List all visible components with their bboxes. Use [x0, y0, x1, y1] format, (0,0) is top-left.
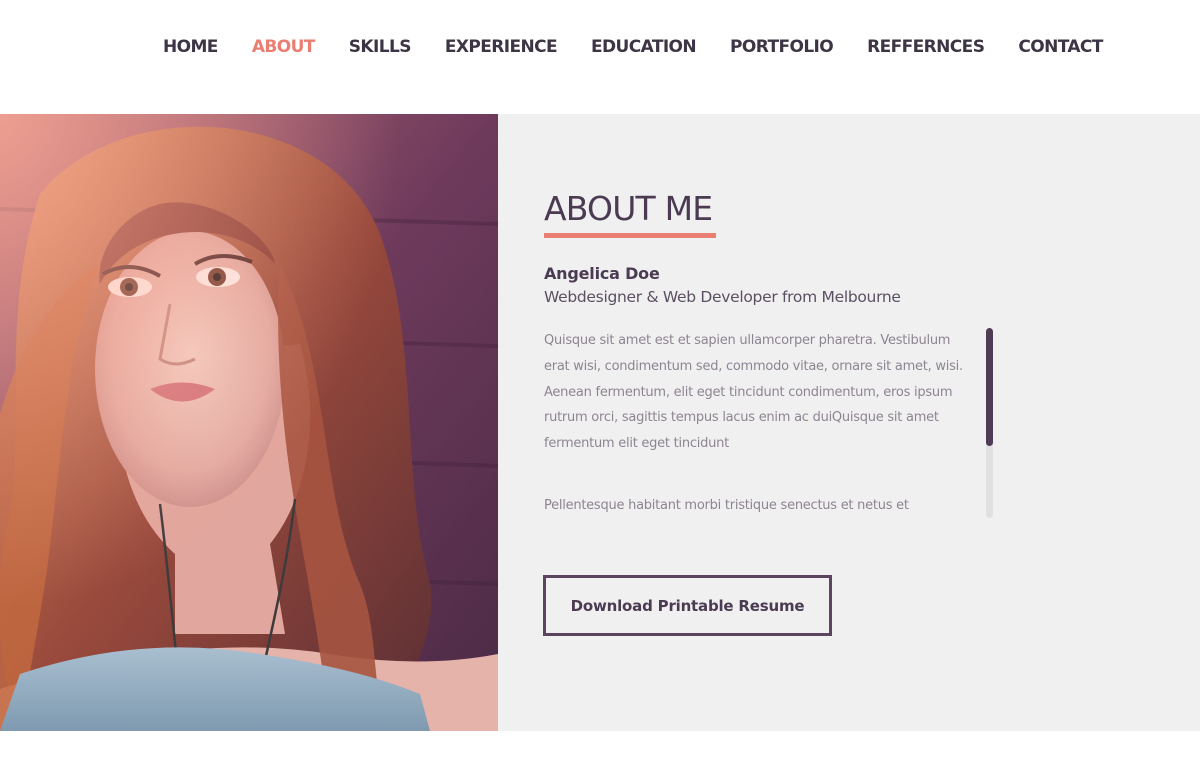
title-underline [544, 233, 716, 238]
scrollbar-thumb[interactable] [986, 328, 993, 446]
about-section: ABOUT ME Angelica Doe Webdesigner & Web … [0, 114, 1200, 731]
section-title: ABOUT ME [544, 189, 713, 228]
profile-photo [0, 114, 498, 731]
nav-item-portfolio[interactable]: PORTFOLIO [730, 36, 834, 58]
nav-menu: HOME ABOUT SKILLS EXPERIENCE EDUCATION P… [163, 36, 1137, 58]
about-panel: ABOUT ME Angelica Doe Webdesigner & Web … [498, 114, 1200, 731]
nav-item-skills[interactable]: SKILLS [349, 36, 412, 58]
bio-scroll-area[interactable]: Quisque sit amet est et sapien ullamcorp… [544, 328, 964, 518]
nav-item-home[interactable]: HOME [163, 36, 218, 58]
scrollbar-track[interactable] [986, 328, 993, 518]
nav-item-experience[interactable]: EXPERIENCE [445, 36, 558, 58]
nav-item-education[interactable]: EDUCATION [591, 36, 697, 58]
nav-item-references[interactable]: REFFERNCES [867, 36, 985, 58]
download-resume-button[interactable]: Download Printable Resume [543, 575, 832, 636]
bio-paragraph: Quisque sit amet est et sapien ullamcorp… [544, 333, 963, 452]
top-navigation: HOME ABOUT SKILLS EXPERIENCE EDUCATION P… [0, 0, 1200, 114]
nav-item-contact[interactable]: CONTACT [1018, 36, 1103, 58]
person-role: Webdesigner & Web Developer from Melbour… [544, 288, 901, 306]
nav-item-about[interactable]: ABOUT [252, 36, 316, 58]
person-name: Angelica Doe [544, 264, 660, 283]
bio-paragraph: Pellentesque habitant morbi tristique se… [544, 497, 909, 513]
